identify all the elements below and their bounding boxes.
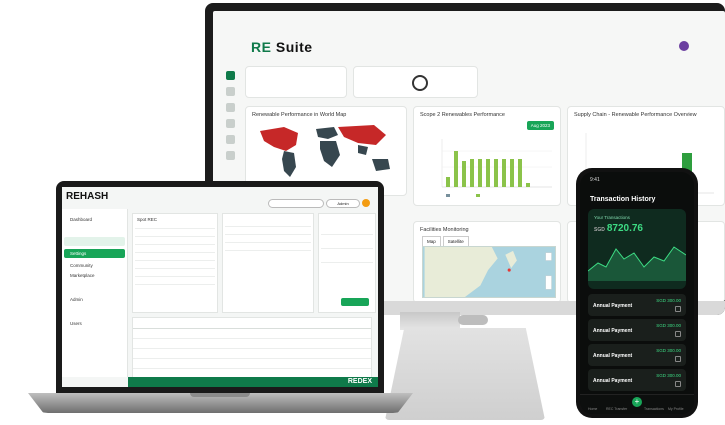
footer-brand: REDEX [347, 378, 372, 385]
document-icon[interactable] [226, 119, 235, 128]
sidebar-group [64, 237, 125, 246]
app-logo[interactable]: RE Suite [251, 39, 313, 55]
sidebar: Dashboard Settings Community Marketplace… [62, 209, 128, 377]
facility-map[interactable] [422, 246, 556, 298]
card-title: Renewable Performance in World Map [252, 112, 347, 118]
receipt-icon[interactable] [675, 356, 681, 362]
monitor-stand [400, 312, 460, 330]
sidebar-item-users[interactable]: Users [64, 319, 125, 328]
transaction-item[interactable]: Annual Payment SGD 300.00 [588, 294, 686, 316]
laptop-notch [190, 393, 250, 397]
chart-icon[interactable] [226, 87, 235, 96]
balance-label: Your Transactions [594, 215, 630, 220]
balance-sparkline [588, 246, 686, 281]
leaf-icon[interactable] [226, 103, 235, 112]
nav-rec-transfer[interactable]: REC Transfer [606, 407, 627, 411]
gauge-card [353, 66, 478, 98]
summary-card [245, 66, 347, 98]
card-title: Scope 2 Renewables Performance [420, 112, 505, 118]
card-title: Supply Chain - Renewable Performance Ove… [574, 112, 697, 118]
app-logo[interactable]: REHASH [66, 191, 108, 202]
role-pill[interactable]: Admin [326, 199, 360, 208]
monitor-stand-base [385, 328, 545, 420]
phone-screen: 9:41 Transaction History Your Transactio… [580, 172, 694, 414]
sidebar [225, 71, 237, 181]
laptop: REHASH Admin Dashboard Settings Communit… [56, 181, 384, 393]
sidebar-item-marketplace[interactable]: Marketplace [64, 271, 125, 280]
panel-title: Spot REC [137, 217, 158, 222]
world-map[interactable] [254, 121, 402, 179]
page-title: Transaction History [590, 196, 656, 203]
transaction-item[interactable]: Annual Payment SGD 300.00 [588, 369, 686, 391]
stand-cutout [458, 315, 488, 325]
scope2-card: Scope 2 Renewables Performance Aug 2023 [413, 106, 561, 206]
sidebar-item-dashboard[interactable]: Dashboard [64, 215, 125, 224]
add-button[interactable]: + [632, 397, 642, 407]
bar-chart [441, 139, 552, 197]
spot-rec-panel: Spot REC [132, 213, 218, 313]
footer-bar: REDEX [128, 377, 378, 387]
dashboard-icon[interactable] [226, 71, 235, 80]
nav-home[interactable]: Home [588, 407, 597, 411]
search-input[interactable] [268, 199, 324, 208]
status-time: 9:41 [590, 177, 600, 183]
gauge-icon [412, 75, 428, 91]
date-badge[interactable]: Aug 2023 [526, 121, 554, 130]
facilities-card: Facilities Monitoring Map Satellite [413, 221, 561, 301]
order-form-panel [318, 213, 376, 313]
sidebar-item-settings[interactable]: Settings [64, 249, 125, 258]
settings-icon[interactable] [226, 135, 235, 144]
orders-panel [222, 213, 314, 313]
orders-table [132, 317, 372, 379]
bottom-nav: Home REC Transfer + Transactions My Prof… [580, 394, 694, 414]
card-title: Facilities Monitoring [420, 227, 469, 233]
nav-transactions[interactable]: Transactions [644, 407, 664, 411]
transaction-item[interactable]: Annual Payment SGD 300.00 [588, 344, 686, 366]
sidebar-item-admin[interactable]: Admin [64, 295, 125, 304]
receipt-icon[interactable] [675, 331, 681, 337]
smartphone: 9:41 Transaction History Your Transactio… [576, 168, 698, 418]
receipt-icon[interactable] [675, 381, 681, 387]
balance-value: SGD 8720.76 [594, 223, 643, 234]
balance-card: Your Transactions SGD 8720.76 [588, 209, 686, 289]
receipt-icon[interactable] [675, 306, 681, 312]
avatar[interactable] [679, 41, 689, 51]
laptop-screen: REHASH Admin Dashboard Settings Communit… [62, 187, 378, 387]
toolbar: Admin [222, 199, 370, 209]
transaction-item[interactable]: Annual Payment SGD 300.00 [588, 319, 686, 341]
submit-button[interactable] [341, 298, 369, 306]
avatar[interactable] [362, 199, 370, 207]
land-shape [424, 247, 552, 297]
user-icon[interactable] [226, 151, 235, 160]
nav-my-profile[interactable]: My Profile [668, 407, 684, 411]
sidebar-item-community[interactable]: Community [64, 261, 125, 270]
